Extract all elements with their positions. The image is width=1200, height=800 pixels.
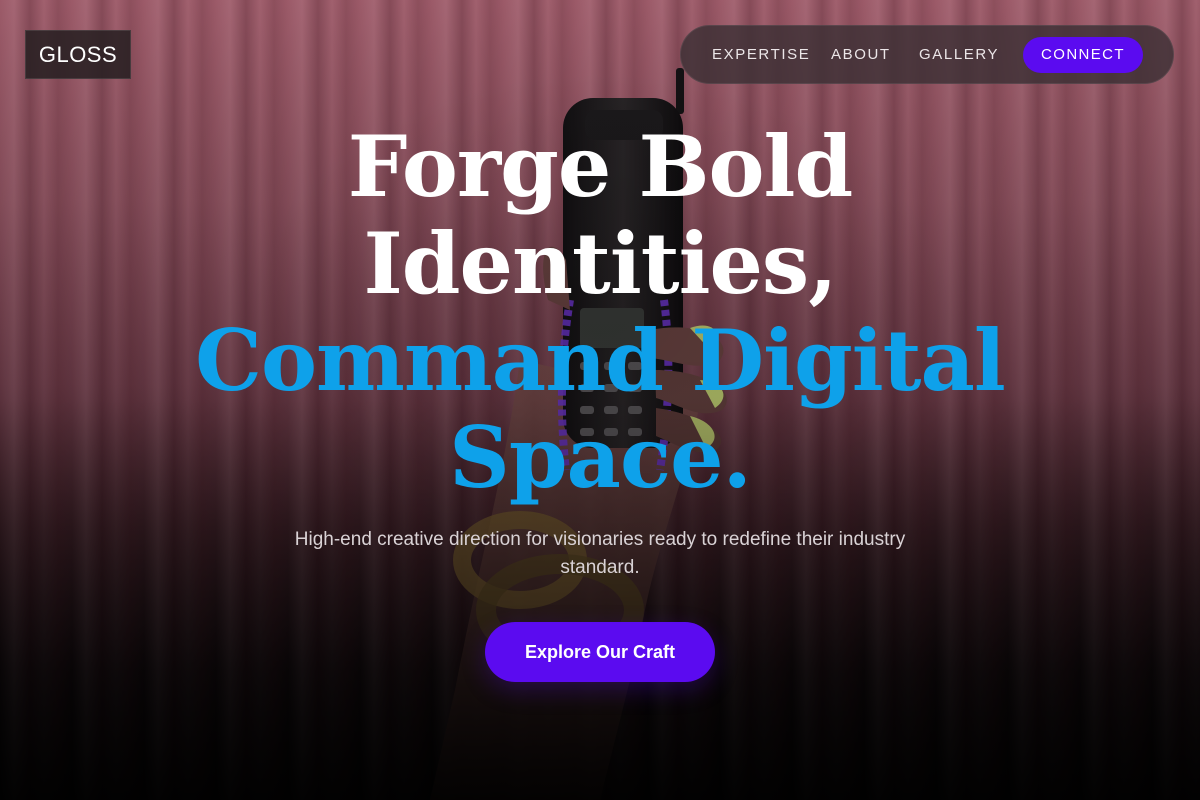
nav-link-gallery[interactable]: GALLERY — [919, 26, 999, 85]
hero-headline: Forge Bold Identities, Command Digital S… — [100, 118, 1100, 506]
nav-link-expertise[interactable]: EXPERTISE — [712, 26, 810, 85]
headline-accent-line: Space. — [449, 408, 752, 507]
hero-subtitle: High-end creative direction for visionar… — [294, 529, 906, 578]
connect-button[interactable]: CONNECT — [1023, 37, 1143, 73]
brand-logo[interactable]: GLOSS — [25, 30, 131, 79]
explore-craft-button[interactable]: Explore Our Craft — [485, 622, 715, 682]
headline-line: Forge Bold — [347, 117, 853, 216]
headline-line: Identities, — [363, 214, 838, 313]
headline-accent-line: Command Digital — [195, 311, 1006, 410]
main-nav: EXPERTISE ABOUT GALLERY CONNECT — [680, 25, 1174, 84]
nav-link-about[interactable]: ABOUT — [831, 26, 891, 85]
